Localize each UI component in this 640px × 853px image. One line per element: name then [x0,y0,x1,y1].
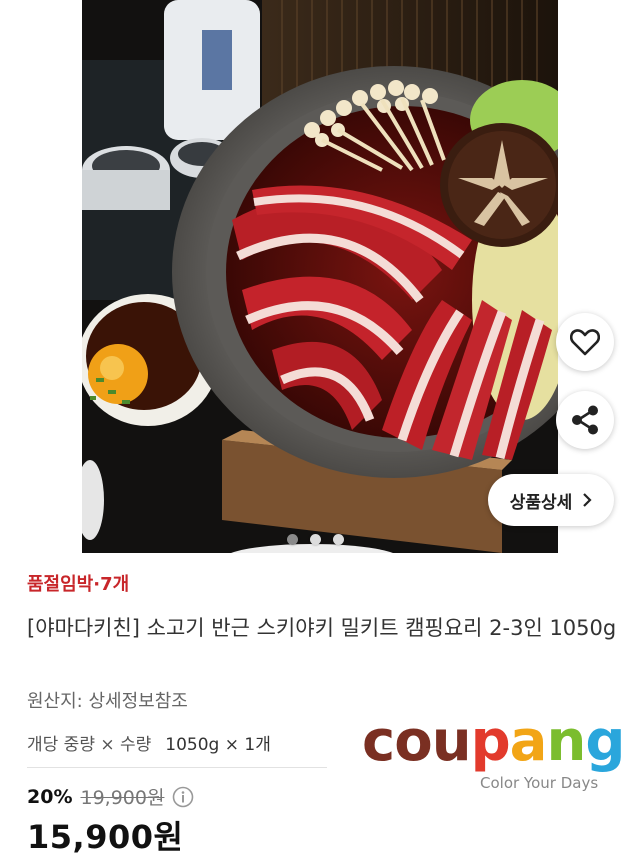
sale-price: 15,900원 [27,818,184,853]
carousel-dot[interactable] [333,534,344,545]
brand-tagline: Color Your Days [480,774,599,792]
carousel-page-indicator [287,534,344,545]
option-value: 1050g × 1개 [165,735,271,755]
coupang-wordmark: coupang [362,709,625,774]
product-photo [82,0,558,553]
logo-letter: n [546,709,586,774]
logo-letter: p [470,709,511,774]
like-button[interactable] [556,313,614,371]
product-detail-label: 상품상세 [509,492,573,513]
logo-letter: o [394,709,432,774]
divider [27,767,327,768]
discount-rate: 20% [27,785,73,808]
share-icon [572,405,598,435]
carousel-dot[interactable] [287,534,298,545]
option-label: 개당 중량 × 수량 [27,735,152,755]
carousel-dot[interactable] [310,534,321,545]
original-price: 19,900원 [80,787,165,809]
coupang-logo: coupang Color Your Days [362,709,625,802]
logo-letter: c [362,709,395,774]
stock-notice: 품절임박·7개 [27,574,130,595]
product-origin: 원산지: 상세정보참조 [27,691,188,712]
logo-letter: a [509,709,548,774]
logo-letter: u [431,709,472,774]
info-icon[interactable] [172,786,194,808]
product-option: 개당 중량 × 수량 1050g × 1개 [27,730,271,755]
sukiyaki-photo [82,0,558,553]
product-title: [야마다키친] 소고기 반근 스키야키 밀키트 캠핑요리 2-3인 1050g [27,616,617,640]
product-detail-button[interactable]: 상품상세 [488,474,614,526]
logo-letter: g [585,709,625,774]
heart-icon [570,329,600,356]
share-button[interactable] [556,391,614,449]
chevron-right-icon [583,493,592,507]
product-page: 상품상세 품절임박·7개 [야마다키친] 소고기 반근 스키야키 밀키트 캠핑요… [0,0,640,853]
product-image-carousel[interactable]: 상품상세 [0,0,640,553]
price-row: 20% 19,900원 [27,783,194,810]
